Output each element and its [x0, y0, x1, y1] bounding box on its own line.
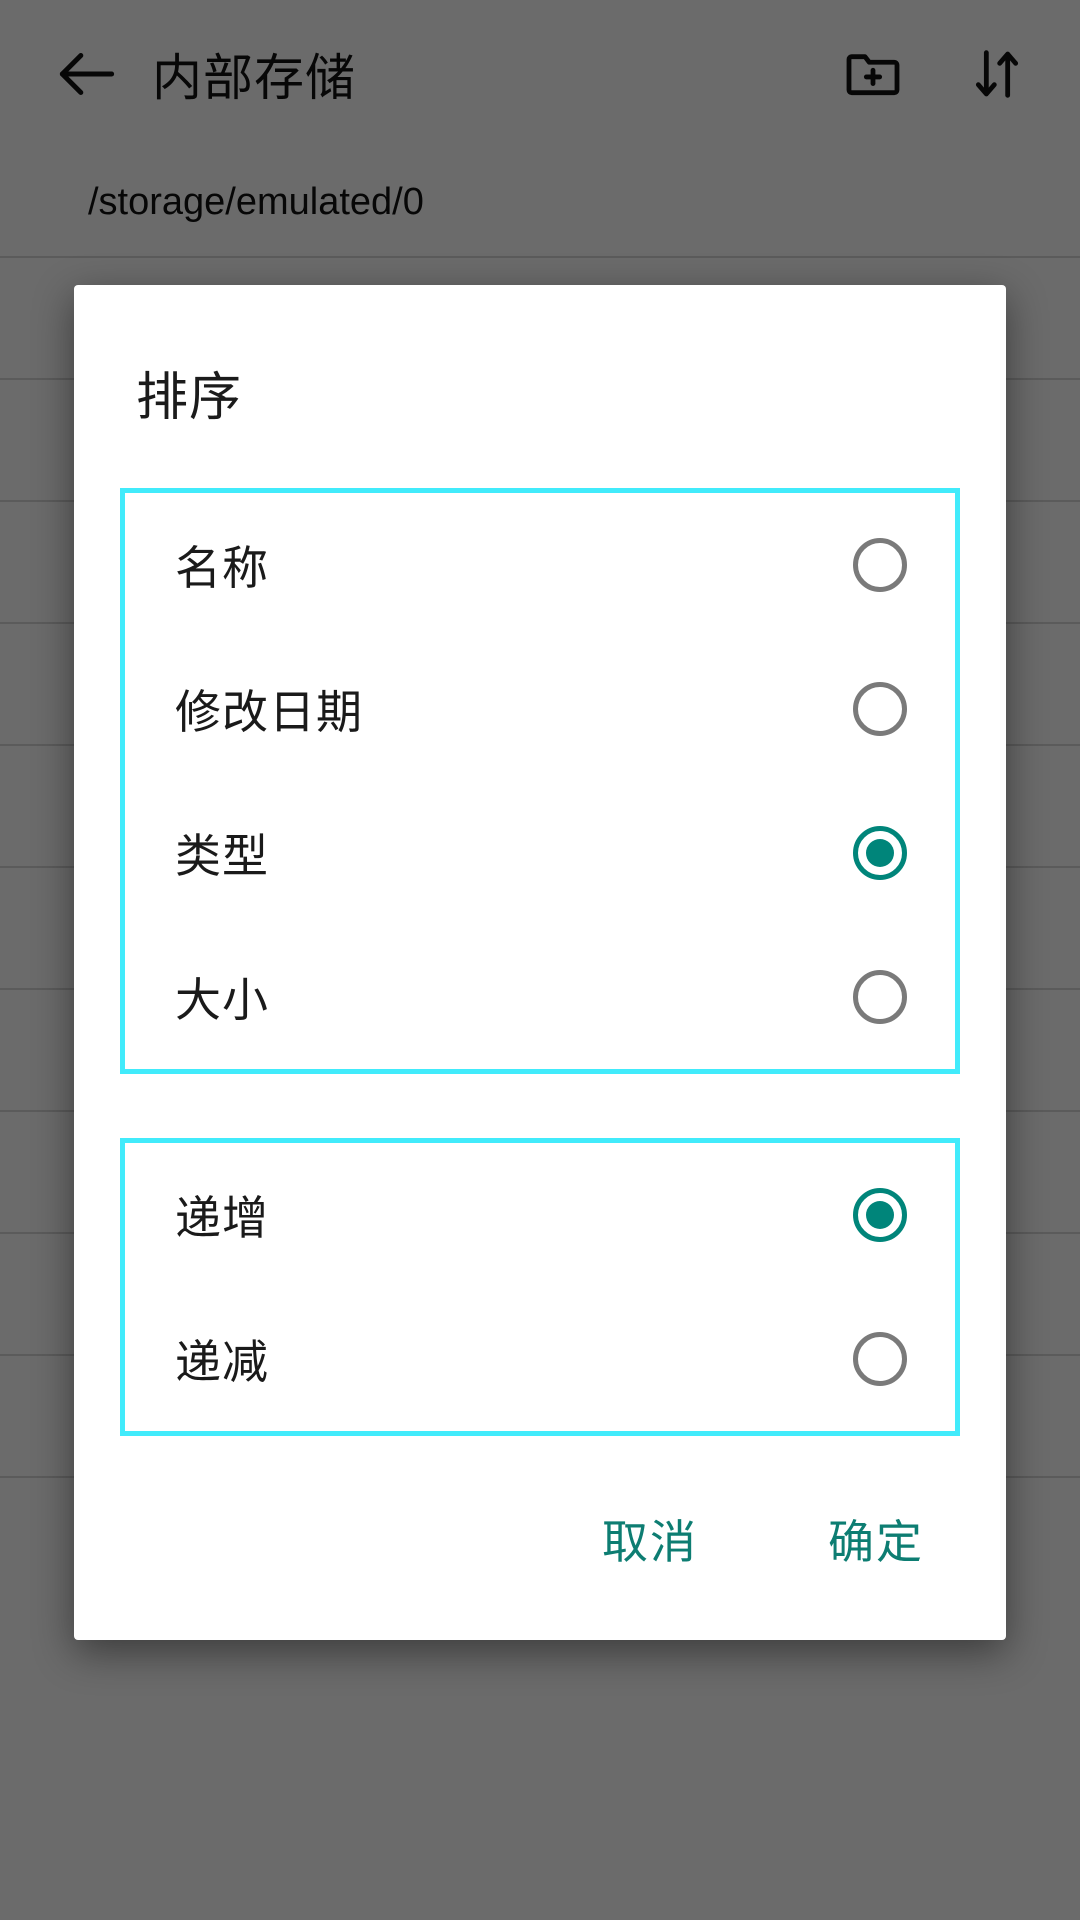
- sort-option-ascending[interactable]: 递增: [125, 1143, 955, 1287]
- sort-option-descending[interactable]: 递减: [125, 1287, 955, 1431]
- sort-dialog: 排序 名称 修改日期 类型 大小 递增 递减 取消 确定: [74, 285, 1006, 1640]
- radio-button[interactable]: [853, 538, 907, 592]
- dialog-title: 排序: [136, 369, 243, 427]
- radio-button[interactable]: [853, 1332, 907, 1386]
- dialog-actions: 取消 确定: [74, 1436, 1006, 1640]
- radio-button[interactable]: [853, 682, 907, 736]
- cancel-button[interactable]: 取消: [580, 1494, 720, 1584]
- sort-option-label: 类型: [175, 830, 269, 882]
- radio-button-selected[interactable]: [853, 1188, 907, 1242]
- sort-order-group: 递增 递减: [120, 1138, 960, 1436]
- sort-option-label: 递减: [175, 1336, 269, 1388]
- sort-option-size[interactable]: 大小: [125, 925, 955, 1069]
- sort-option-name[interactable]: 名称: [125, 493, 955, 637]
- sort-option-type[interactable]: 类型: [125, 781, 955, 925]
- sort-option-label: 名称: [175, 542, 269, 594]
- radio-button[interactable]: [853, 970, 907, 1024]
- sort-option-label: 大小: [175, 974, 269, 1026]
- sort-option-label: 修改日期: [175, 686, 363, 738]
- sort-option-label: 递增: [175, 1192, 269, 1244]
- sort-option-modified-date[interactable]: 修改日期: [125, 637, 955, 781]
- sort-field-group: 名称 修改日期 类型 大小: [120, 488, 960, 1074]
- radio-button-selected[interactable]: [853, 826, 907, 880]
- confirm-button[interactable]: 确定: [806, 1494, 946, 1584]
